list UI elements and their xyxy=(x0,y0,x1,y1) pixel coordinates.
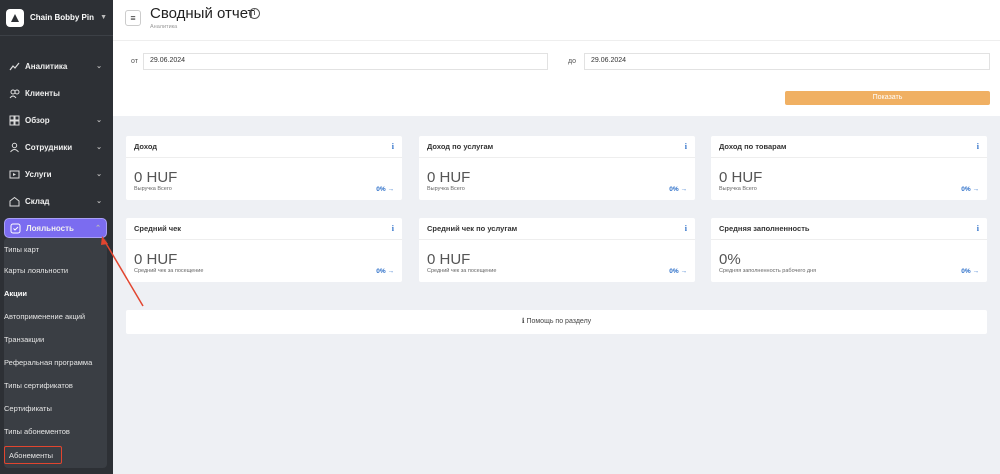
nav-label: Услуги xyxy=(25,169,52,179)
page-title: Сводный отчет xyxy=(150,5,255,22)
card-average-check: Средний чек i 0 HUF Средний чек за посеще… xyxy=(126,218,402,282)
card-value: 0 HUF xyxy=(427,251,471,268)
to-date-input[interactable]: 29.06.2024 xyxy=(584,53,990,70)
to-label: до xyxy=(568,58,576,65)
show-button[interactable]: Показать xyxy=(785,91,990,105)
card-average-occupancy: Средняя заполненность i 0% Средняя заполн… xyxy=(711,218,987,282)
sidebar: Chain Bobby Pin ▼ Аналитика ⌄ Клиенты Об… xyxy=(0,0,113,474)
card-subtitle: Выручка Всего xyxy=(719,186,757,192)
nav-label: Клиенты xyxy=(25,88,60,98)
card-subtitle: Средний чек за посещение xyxy=(134,268,204,274)
card-value: 0 HUF xyxy=(719,169,763,186)
info-icon[interactable]: i xyxy=(977,142,979,151)
from-label: от xyxy=(131,58,138,65)
nav-label: Аналитика xyxy=(25,61,68,71)
submenu-item-referral[interactable]: Реферальная программа xyxy=(4,358,92,367)
card-income-goods: Доход по товарам i 0 HUF Выручка Всего 0%… xyxy=(711,136,987,200)
card-title: Доход по товарам xyxy=(719,142,787,151)
card-value: 0 HUF xyxy=(134,169,178,186)
card-title: Средний чек xyxy=(134,224,182,233)
chevron-down-icon: ⌄ xyxy=(96,171,102,178)
card-percent-link[interactable]: 0% → xyxy=(669,186,687,193)
nav-item-overview[interactable]: Обзор ⌄ xyxy=(4,110,107,130)
hamburger-menu-icon[interactable]: ≡ xyxy=(125,10,141,26)
loyalty-icon xyxy=(10,223,21,234)
card-income-services: Доход по услугам i 0 HUF Выручка Всего 0%… xyxy=(419,136,695,200)
nav-label: Лояльность xyxy=(26,223,74,233)
nav-item-warehouse[interactable]: Склад ⌄ xyxy=(4,191,107,211)
submenu-item-certificate-types[interactable]: Типы сертификатов xyxy=(4,381,73,390)
card-subtitle: Средняя заполненность рабочего дня xyxy=(719,268,817,274)
clients-icon xyxy=(9,88,20,99)
nav-item-services[interactable]: Услуги ⌄ xyxy=(4,164,107,184)
card-subtitle: Выручка Всего xyxy=(427,186,465,192)
help-section-link[interactable]: ℹ Помощь по разделу xyxy=(126,310,987,334)
chevron-up-icon: ⌃ xyxy=(95,225,101,232)
chevron-down-icon: ⌄ xyxy=(96,63,102,70)
info-icon[interactable]: i xyxy=(685,142,687,151)
info-icon[interactable]: i xyxy=(392,224,394,233)
card-subtitle: Средний чек за посещение xyxy=(427,268,497,274)
chevron-down-icon: ⌄ xyxy=(96,144,102,151)
info-icon[interactable]: i xyxy=(685,224,687,233)
card-title: Доход xyxy=(134,142,158,151)
submenu-item-card-types[interactable]: Типы карт xyxy=(4,245,39,254)
nav-label: Склад xyxy=(25,196,50,206)
nav-label: Сотрудники xyxy=(25,142,73,152)
nav-item-analytics[interactable]: Аналитика ⌄ xyxy=(4,56,107,76)
card-percent-link[interactable]: 0% → xyxy=(376,186,394,193)
from-date-input[interactable]: 29.06.2024 xyxy=(143,53,548,70)
chevron-down-icon: ⌄ xyxy=(96,198,102,205)
card-value: 0 HUF xyxy=(134,251,178,268)
employees-icon xyxy=(9,142,20,153)
page-header: ≡ Сводный отчет i Аналитика xyxy=(113,0,1000,40)
services-icon xyxy=(9,169,20,180)
submenu-item-transactions[interactable]: Транзакции xyxy=(4,335,44,344)
subscriptions-highlight-box xyxy=(4,446,62,464)
brand-logo-icon xyxy=(6,8,24,27)
submenu-item-subscription-types[interactable]: Типы абонементов xyxy=(4,427,70,436)
submenu-item-auto-promotions[interactable]: Автоприменение акций xyxy=(4,312,85,321)
nav-label: Обзор xyxy=(25,115,50,125)
nav-item-employees[interactable]: Сотрудники ⌄ xyxy=(4,137,107,157)
card-percent-link[interactable]: 0% → xyxy=(376,268,394,275)
submenu-item-certificates[interactable]: Сертификаты xyxy=(4,404,52,413)
breadcrumb: Аналитика xyxy=(150,24,178,30)
card-value: 0 HUF xyxy=(427,169,471,186)
submenu-item-loyalty-cards[interactable]: Карты лояльности xyxy=(4,266,68,275)
info-icon[interactable]: i xyxy=(977,224,979,233)
card-title: Доход по услугам xyxy=(427,142,494,151)
card-value: 0% xyxy=(719,251,741,268)
nav-item-loyalty[interactable]: Лояльность ⌃ xyxy=(4,218,107,238)
card-percent-link[interactable]: 0% → xyxy=(961,268,979,275)
nav-item-clients[interactable]: Клиенты xyxy=(4,83,107,103)
card-subtitle: Выручка Всего xyxy=(134,186,172,192)
brand-switcher[interactable]: Chain Bobby Pin ▼ xyxy=(0,0,113,36)
chevron-down-icon: ▼ xyxy=(100,14,107,21)
card-average-check-services: Средний чек по услугам i 0 HUF Средний че… xyxy=(419,218,695,282)
analytics-icon xyxy=(9,61,20,72)
date-filters: от 29.06.2024 до 29.06.2024 Показать xyxy=(113,40,1000,116)
submenu-item-promotions[interactable]: Акции xyxy=(4,289,27,298)
card-income: Доход i 0 HUF Выручка Всего 0% → xyxy=(126,136,402,200)
card-percent-link[interactable]: 0% → xyxy=(669,268,687,275)
overview-icon xyxy=(9,115,20,126)
brand-name: Chain Bobby Pin xyxy=(30,13,94,22)
card-percent-link[interactable]: 0% → xyxy=(961,186,979,193)
info-icon[interactable]: i xyxy=(249,8,260,19)
card-title: Средняя заполненность xyxy=(719,224,810,233)
chevron-down-icon: ⌄ xyxy=(96,117,102,124)
warehouse-icon xyxy=(9,196,20,207)
card-title: Средний чек по услугам xyxy=(427,224,518,233)
info-icon[interactable]: i xyxy=(392,142,394,151)
